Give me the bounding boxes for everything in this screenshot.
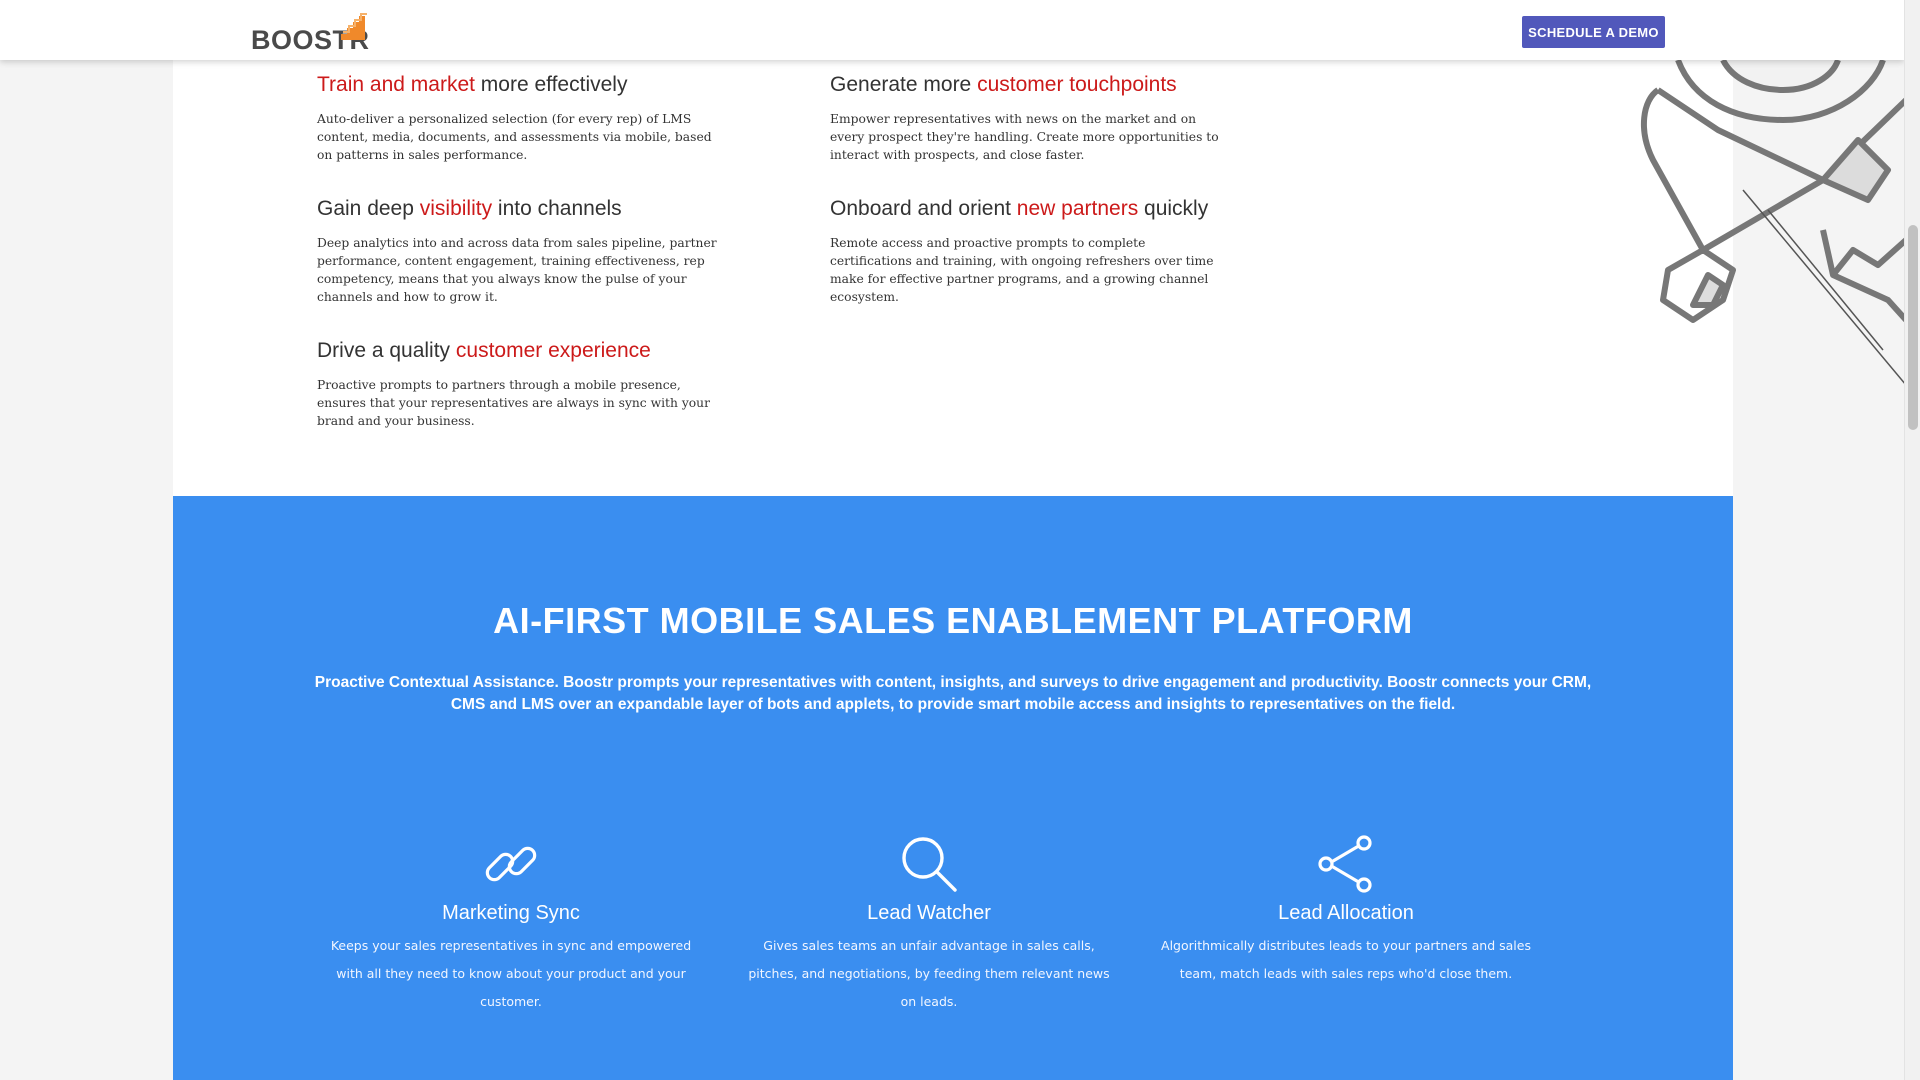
feature-body: Proactive prompts to partners through a … [317,378,710,428]
feature-body: Deep analytics into and across data from… [317,236,717,304]
platform-description: Proactive Contextual Assistance. Boostr … [314,674,1592,713]
platform-title: AI-FIRST MOBILE SALES ENABLEMENT PLATFOR… [493,600,1413,641]
magnifier-icon [902,837,957,892]
card-body: Gives sales teams an unfair advantage in… [748,938,1110,1009]
card-body: Algorithmically distributes leads to you… [1161,938,1531,981]
feature-train-market: Train and market more effectively Auto-d… [317,72,717,164]
scrollbar-thumb[interactable] [1908,225,1918,430]
link-icon [485,846,537,882]
schedule-demo-button[interactable]: SCHEDULE A DEMO [1522,16,1665,48]
feature-touchpoints: Generate more customer touchpoints Empow… [830,72,1230,164]
feature-body: Empower representatives with news on the… [830,112,1219,162]
boostr-logo[interactable]: BOOSTR [251,12,371,55]
features-section: Train and market more effectively Auto-d… [173,0,1906,496]
feature-body: Remote access and proactive prompts to c… [830,236,1214,304]
rocket-illustration [1640,60,1906,386]
card-marketing-sync: Marketing Sync Keeps your sales represen… [321,834,701,1016]
card-title: Lead Watcher [867,902,991,924]
feature-body: Auto-deliver a personalized selection (f… [317,112,712,162]
feature-title: Train and market more effectively [317,73,628,96]
feature-customer-experience: Drive a quality customer experience Proa… [317,338,717,430]
share-icon [1318,835,1372,893]
feature-visibility: Gain deep visibility into channels Deep … [317,196,717,306]
feature-title: Onboard and orient new partners quickly [830,197,1209,220]
page-scrollbar[interactable] [1904,0,1920,1080]
card-title: Marketing Sync [442,902,580,924]
card-lead-allocation: Lead Allocation Algorithmically distribu… [1156,834,1536,988]
card-lead-watcher: Lead Watcher Gives sales teams an unfair… [739,834,1119,1016]
feature-title: Gain deep visibility into channels [317,197,622,220]
logo-stairs-icon [341,13,367,40]
card-body: Keeps your sales representatives in sync… [330,938,692,1009]
site-header: BOOSTR SCHEDULE A DEMO [0,0,1904,60]
card-title: Lead Allocation [1278,902,1414,924]
feature-new-partners: Onboard and orient new partners quickly … [830,196,1230,306]
platform-section: AI-FIRST MOBILE SALES ENABLEMENT PLATFOR… [173,496,1733,1080]
feature-title: Drive a quality customer experience [317,339,651,362]
feature-title: Generate more customer touchpoints [830,73,1177,96]
